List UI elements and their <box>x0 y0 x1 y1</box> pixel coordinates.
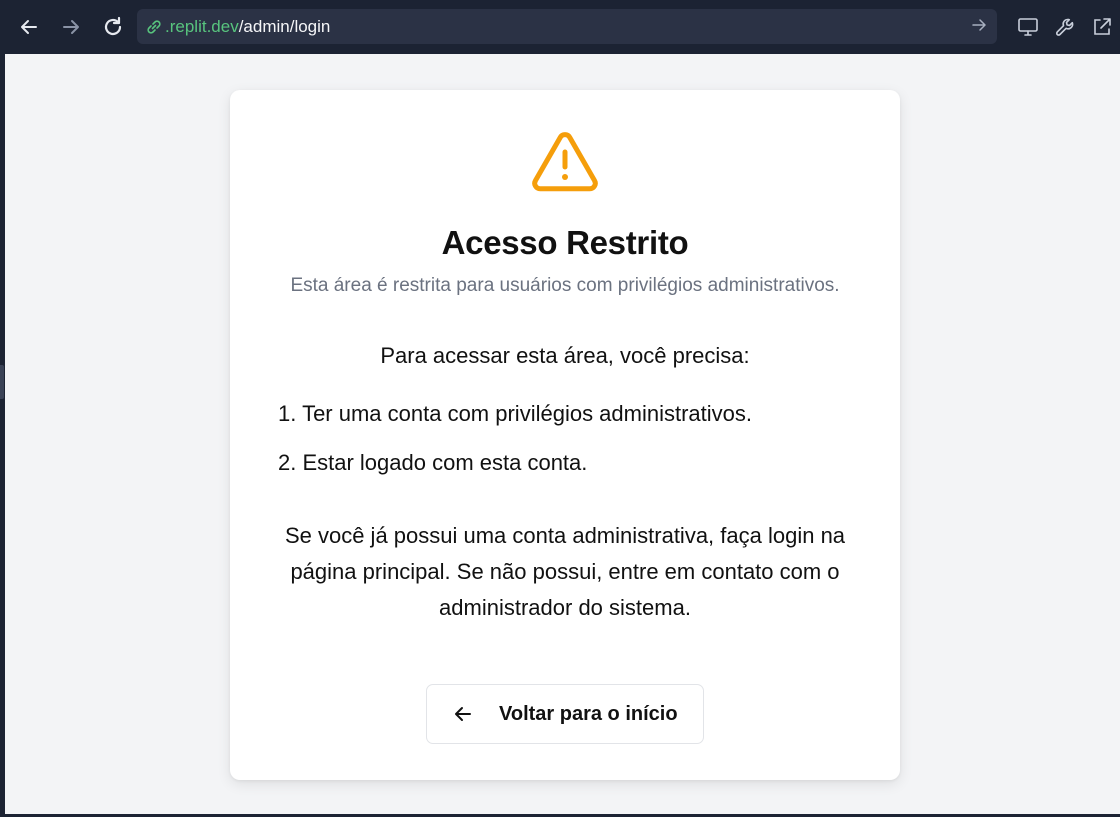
page-viewport: Acesso Restrito Esta área é restrita par… <box>5 54 1120 814</box>
monitor-icon[interactable] <box>1009 7 1046 47</box>
go-arrow-icon[interactable] <box>971 17 987 38</box>
back-button-label: Voltar para o início <box>499 702 678 725</box>
back-arrow-icon[interactable] <box>8 7 50 47</box>
reload-icon[interactable] <box>92 7 134 47</box>
restricted-access-card: Acesso Restrito Esta área é restrita par… <box>230 90 900 780</box>
back-to-home-button[interactable]: Voltar para o início <box>426 684 704 744</box>
panel-resize-handle[interactable] <box>0 365 4 399</box>
address-bar[interactable]: .replit.dev/admin/login <box>137 9 997 44</box>
forward-arrow-icon[interactable] <box>50 7 92 47</box>
browser-toolbar: .replit.dev/admin/login <box>0 0 1120 54</box>
list-item: 2. Estar logado com esta conta. <box>278 450 588 475</box>
requirements-intro: Para acessar esta área, você precisa: <box>380 343 750 368</box>
list-item: 1. Ter uma conta com privilégios adminis… <box>278 401 753 426</box>
external-link-icon[interactable] <box>1083 7 1120 47</box>
page-title: Acesso Restrito <box>441 224 689 261</box>
contact-note: Se você já possui uma conta administrati… <box>284 523 846 620</box>
page-subtitle: Esta área é restrita para usuários com p… <box>290 275 840 296</box>
url-path: /admin/login <box>238 16 331 36</box>
toolbar-icons <box>1009 0 1120 54</box>
wrench-icon[interactable] <box>1046 7 1083 47</box>
arrow-left-icon <box>453 704 473 724</box>
url-host: .replit.dev <box>165 16 239 36</box>
link-icon <box>145 18 163 36</box>
warning-triangle-icon <box>532 132 598 192</box>
requirements-list: 1. Ter uma conta com privilégios adminis… <box>278 399 878 497</box>
